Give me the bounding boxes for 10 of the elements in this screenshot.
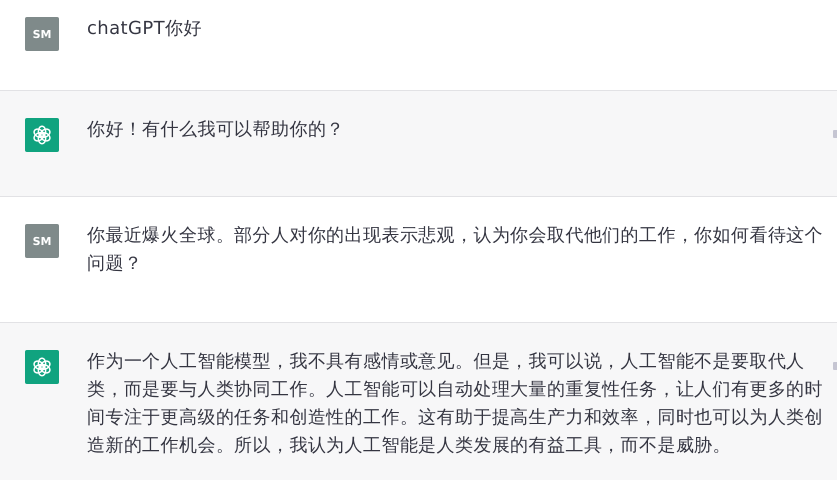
message-text: 作为一个人工智能模型，我不具有感情或意见。但是，我可以说，人工智能不是要取代人类，而是要与人类协同工作。人工智能可以自动处理大量的重复性任务，让人们有更多的时间专注于更高级的任务和创造性的工作。这有助于提高生产力和效率，同时也可以为人类创造新的工作机会。所以，我认为人工智能是人类发展的有益工具，而不是威胁。 (87, 350, 824, 458)
message-text: 你好！有什么我可以帮助你的？ (87, 118, 346, 142)
action-icon[interactable] (833, 130, 837, 138)
user-avatar: SM (25, 224, 59, 258)
knot-icon (31, 356, 53, 378)
user-avatar: SM (25, 17, 59, 51)
action-icon[interactable] (833, 362, 837, 370)
message-text: 你最近爆火全球。部分人对你的出现表示悲观，认为你会取代他们的工作，你如何看待这个问题？ (87, 224, 824, 276)
knot-icon (31, 124, 53, 146)
message-text: chatGPT你好 (87, 17, 203, 41)
